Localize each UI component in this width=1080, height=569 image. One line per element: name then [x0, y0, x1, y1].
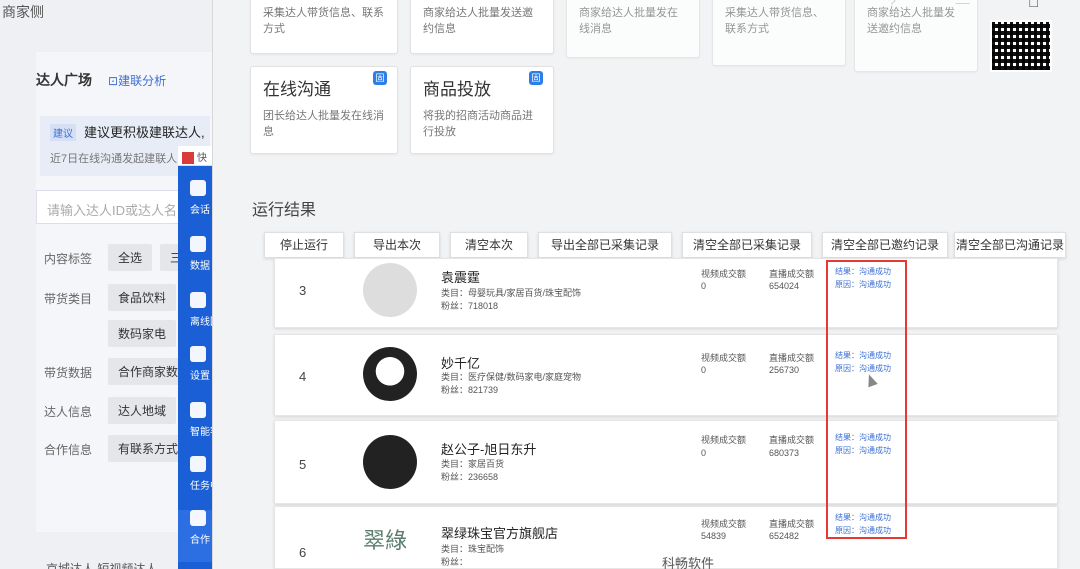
video-sales-value: 0 [701, 281, 707, 291]
talent-name: 妙千亿 [441, 356, 481, 371]
avatar [363, 347, 417, 401]
video-sales-label: 视频成交额 [701, 353, 747, 363]
filter-label-category: 带货类目 [44, 292, 93, 306]
filter-chip[interactable]: 达人地域 [108, 397, 177, 424]
talent-search-input[interactable]: 请输入达人ID或达人名 [36, 190, 186, 224]
suggestion-tag: 建议 [50, 124, 76, 141]
result-highlight-box [826, 260, 907, 539]
result-row: 5 赵公子-旭日东升 类目：家居百货 粉丝：236658 视频成交额 0 直播成… [274, 420, 1058, 504]
live-sales-label: 直播成交额 [769, 269, 815, 279]
row-index: 4 [299, 369, 307, 384]
qr-code-icon [990, 20, 1052, 72]
filter-chip[interactable]: 合作商家数 [108, 358, 189, 385]
people-icon [190, 510, 206, 526]
talent-square-title: 达人广场 [36, 72, 92, 88]
feature-card-online-chat[interactable]: 固 在线沟通 团长给达人批量发在线消息 [250, 66, 398, 154]
live-sales-value: 654024 [769, 281, 800, 291]
video-sales-value: 0 [701, 448, 707, 458]
feature-card-collect-2[interactable]: 采集达人带货信息、联系方式 [712, 0, 846, 66]
filter-chip[interactable]: 三 [160, 244, 180, 271]
result-row: 4 妙千亿 类目：医疗保健/数码家电/家庭宠物 粉丝：821739 视频成交额 … [274, 334, 1058, 416]
settings-icon [190, 346, 206, 362]
row-index: 3 [299, 283, 307, 298]
avatar [363, 435, 417, 489]
avatar [363, 263, 417, 317]
clear-all-chatted-button[interactable]: 清空全部已沟通记录 [954, 232, 1066, 258]
filter-chip[interactable]: 全选 [108, 244, 153, 271]
export-current-button[interactable]: 导出本次 [354, 232, 440, 258]
filter-label-talent: 达人信息 [44, 405, 93, 419]
pin-icon: 固 [373, 71, 387, 85]
suggestion-subtext: 近7日在线沟通发起建联人 [50, 153, 178, 165]
merchant-side-header: 商家侧 [2, 4, 44, 20]
bottom-tabs: 京城达人 短视频达人 [46, 562, 158, 569]
talent-category: 类目：母婴玩具/家居百货/珠宝配饰 [441, 288, 582, 298]
stop-run-button[interactable]: 停止运行 [264, 232, 344, 258]
task-icon [190, 456, 206, 472]
run-results-title: 运行结果 [252, 202, 317, 219]
filter-label-sales: 带货数据 [44, 366, 93, 380]
row-index: 6 [299, 545, 307, 560]
feature-card-invite[interactable]: 商家给达人批量发送邀约信息 [410, 0, 554, 54]
talent-fans: 粉丝：718018 [441, 301, 499, 311]
feature-card-product-placement[interactable]: 固 商品投放 将我的招商活动商品进行投放 [410, 66, 554, 154]
talent-category: 类目：珠宝配饰 [441, 544, 505, 554]
video-sales-label: 视频成交额 [701, 269, 747, 279]
message-icon [190, 292, 206, 308]
live-sales-value: 680373 [769, 448, 800, 458]
chart-icon [190, 236, 206, 252]
filter-chip[interactable]: 食品饮料 [108, 284, 177, 311]
clear-all-collected-button[interactable]: 清空全部已采集记录 [682, 232, 812, 258]
video-sales-value: 54839 [701, 531, 727, 541]
video-sales-value: 0 [701, 365, 707, 375]
chat-icon [190, 180, 206, 196]
export-all-collected-button[interactable]: 导出全部已采集记录 [538, 232, 672, 258]
live-sales-label: 直播成交额 [769, 353, 815, 363]
live-sales-value: 256730 [769, 365, 800, 375]
feature-card-message[interactable]: 商家给达人批量发在线消息 [566, 0, 700, 58]
talent-fans: 粉丝： [441, 557, 469, 567]
talent-category: 类目：家居百货 [441, 459, 505, 469]
talent-name: 赵公子-旭日东升 [441, 442, 537, 457]
robot-icon [190, 402, 206, 418]
avatar: 翠綠 [363, 529, 408, 554]
result-row: 3 袁震霆 类目：母婴玩具/家居百货/珠宝配饰 粉丝：718018 视频成交额 … [274, 258, 1058, 328]
talent-name: 翠绿珠宝官方旗舰店 [441, 526, 559, 541]
analysis-icon: ⊡ [108, 74, 119, 88]
talent-fans: 粉丝：821739 [441, 385, 499, 395]
video-sales-label: 视频成交额 [701, 519, 747, 529]
clear-current-button[interactable]: 清空本次 [450, 232, 528, 258]
live-sales-label: 直播成交额 [769, 435, 815, 445]
talent-fans: 粉丝：236658 [441, 472, 499, 482]
filter-chip[interactable]: 数码家电 [108, 320, 177, 347]
suggestion-text: 建议更积极建联达人, [84, 125, 205, 140]
live-sales-value: 652482 [769, 531, 800, 541]
talent-category: 类目：医疗保健/数码家电/家庭宠物 [441, 372, 582, 382]
row-index: 5 [299, 457, 307, 472]
connection-analysis-link[interactable]: ⊡建联分析 [108, 72, 166, 89]
pin-icon: 固 [529, 71, 543, 85]
live-sales-label: 直播成交额 [769, 519, 815, 529]
talent-name: 袁震霆 [441, 270, 481, 285]
feature-card-collect[interactable]: 采集达人带货信息、联系方式 [250, 0, 398, 54]
filter-label-content: 内容标签 [44, 252, 93, 266]
filter-chip[interactable]: 有联系方式 [108, 435, 189, 462]
app-logo-icon [182, 152, 194, 165]
feature-card-invite-2[interactable]: 商家给达人批量发送邀约信息 [854, 0, 978, 72]
clear-all-invited-button[interactable]: 清空全部已邀约记录 [822, 232, 948, 258]
video-sales-label: 视频成交额 [701, 435, 747, 445]
software-brand: 科畅软件 [662, 556, 715, 569]
filter-label-cooperation: 合作信息 [44, 443, 93, 457]
